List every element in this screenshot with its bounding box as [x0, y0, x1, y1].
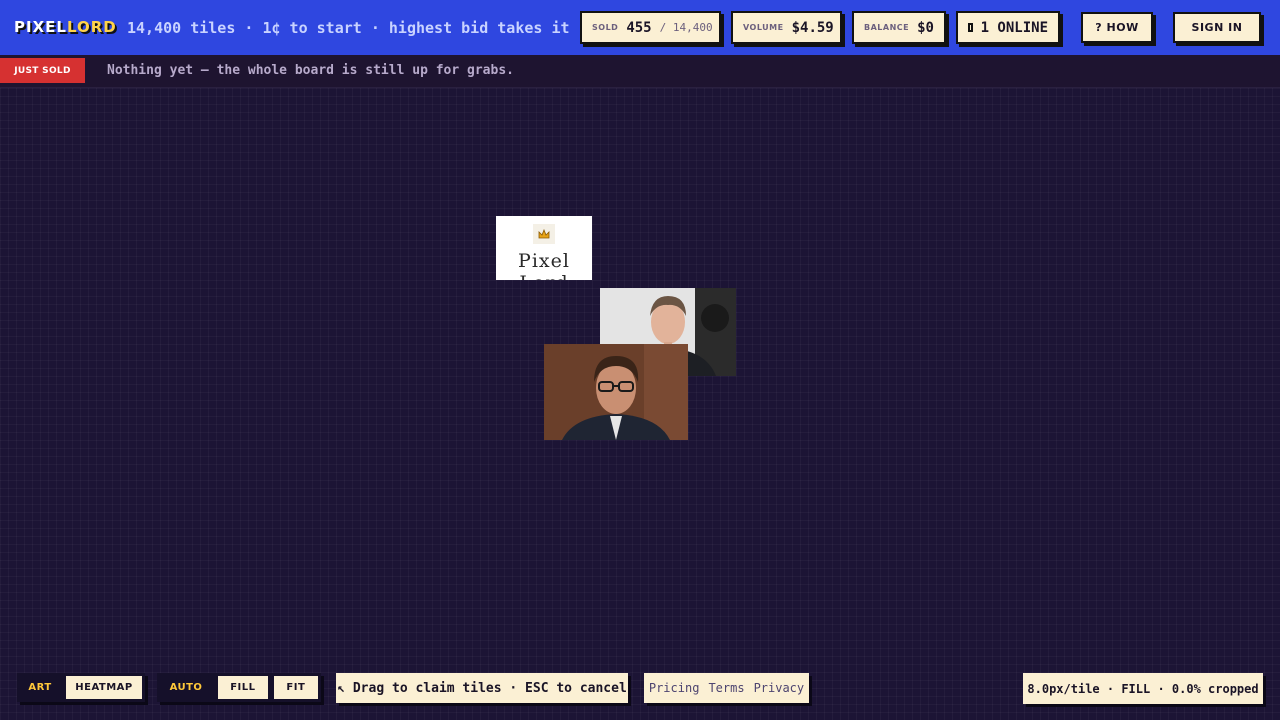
online-value: 1 ONLINE [980, 19, 1048, 36]
volume-label: VOLUME [743, 23, 784, 32]
logo-text-pixel: PIXEL [14, 18, 67, 36]
auto-fit-button[interactable]: AUTO [160, 676, 212, 699]
zoom-readout: 8.0px/tile · FILL · 0.0% cropped [1023, 673, 1263, 704]
balance-label: BALANCE [864, 23, 910, 32]
logo-tile-text: Pixel Lord [518, 250, 570, 280]
pixel-lord-logo-tile[interactable]: Pixel Lord [496, 216, 592, 280]
privacy-link[interactable]: Privacy [754, 681, 805, 695]
art-mode-button[interactable]: ART [20, 676, 60, 699]
balance-stat: BALANCE $0 [852, 11, 946, 44]
terms-link[interactable]: Terms [708, 681, 744, 695]
crown-icon [533, 224, 555, 244]
fill-fit-button[interactable]: FILL [218, 676, 268, 699]
logo-text-lord: LORD [66, 18, 117, 36]
top-bar: PIXELLORD 14,400 tiles · 1¢ to start · h… [0, 0, 1280, 55]
ticker-message: Nothing yet — the whole board is still u… [107, 63, 514, 78]
sold-stat: SOLD 455 / 14,400 [580, 11, 721, 44]
online-stat: 1 ONLINE [956, 11, 1060, 44]
volume-value: $4.59 [791, 19, 834, 36]
volume-stat: VOLUME $4.59 [731, 11, 842, 44]
claim-hint: ↖ Drag to claim tiles · ESC to cancel [336, 673, 628, 703]
portrait-tile-2[interactable] [544, 344, 688, 440]
app-logo[interactable]: PIXELLORD [14, 18, 117, 36]
how-button[interactable]: ? HOW [1081, 12, 1153, 43]
sales-ticker: JUST SOLD Nothing yet — the whole board … [0, 55, 1280, 88]
footer-links: Pricing Terms Privacy [644, 673, 809, 703]
tagline: 14,400 tiles · 1¢ to start · highest bid… [127, 19, 570, 37]
balance-value: $0 [917, 19, 934, 36]
sold-label: SOLD [592, 23, 619, 32]
fit-fit-button[interactable]: FIT [273, 676, 318, 699]
view-mode-toggle: ART HEATMAP [17, 673, 145, 702]
pricing-link[interactable]: Pricing [649, 681, 700, 695]
just-sold-badge: JUST SOLD [0, 58, 85, 83]
online-square-icon [968, 23, 973, 32]
sold-value: 455 [626, 19, 652, 36]
sign-in-button[interactable]: SIGN IN [1173, 12, 1261, 43]
sold-total: / 14,400 [659, 21, 713, 34]
heatmap-mode-button[interactable]: HEATMAP [66, 676, 142, 699]
fit-mode-toggle: AUTO FILL FIT [157, 673, 321, 702]
